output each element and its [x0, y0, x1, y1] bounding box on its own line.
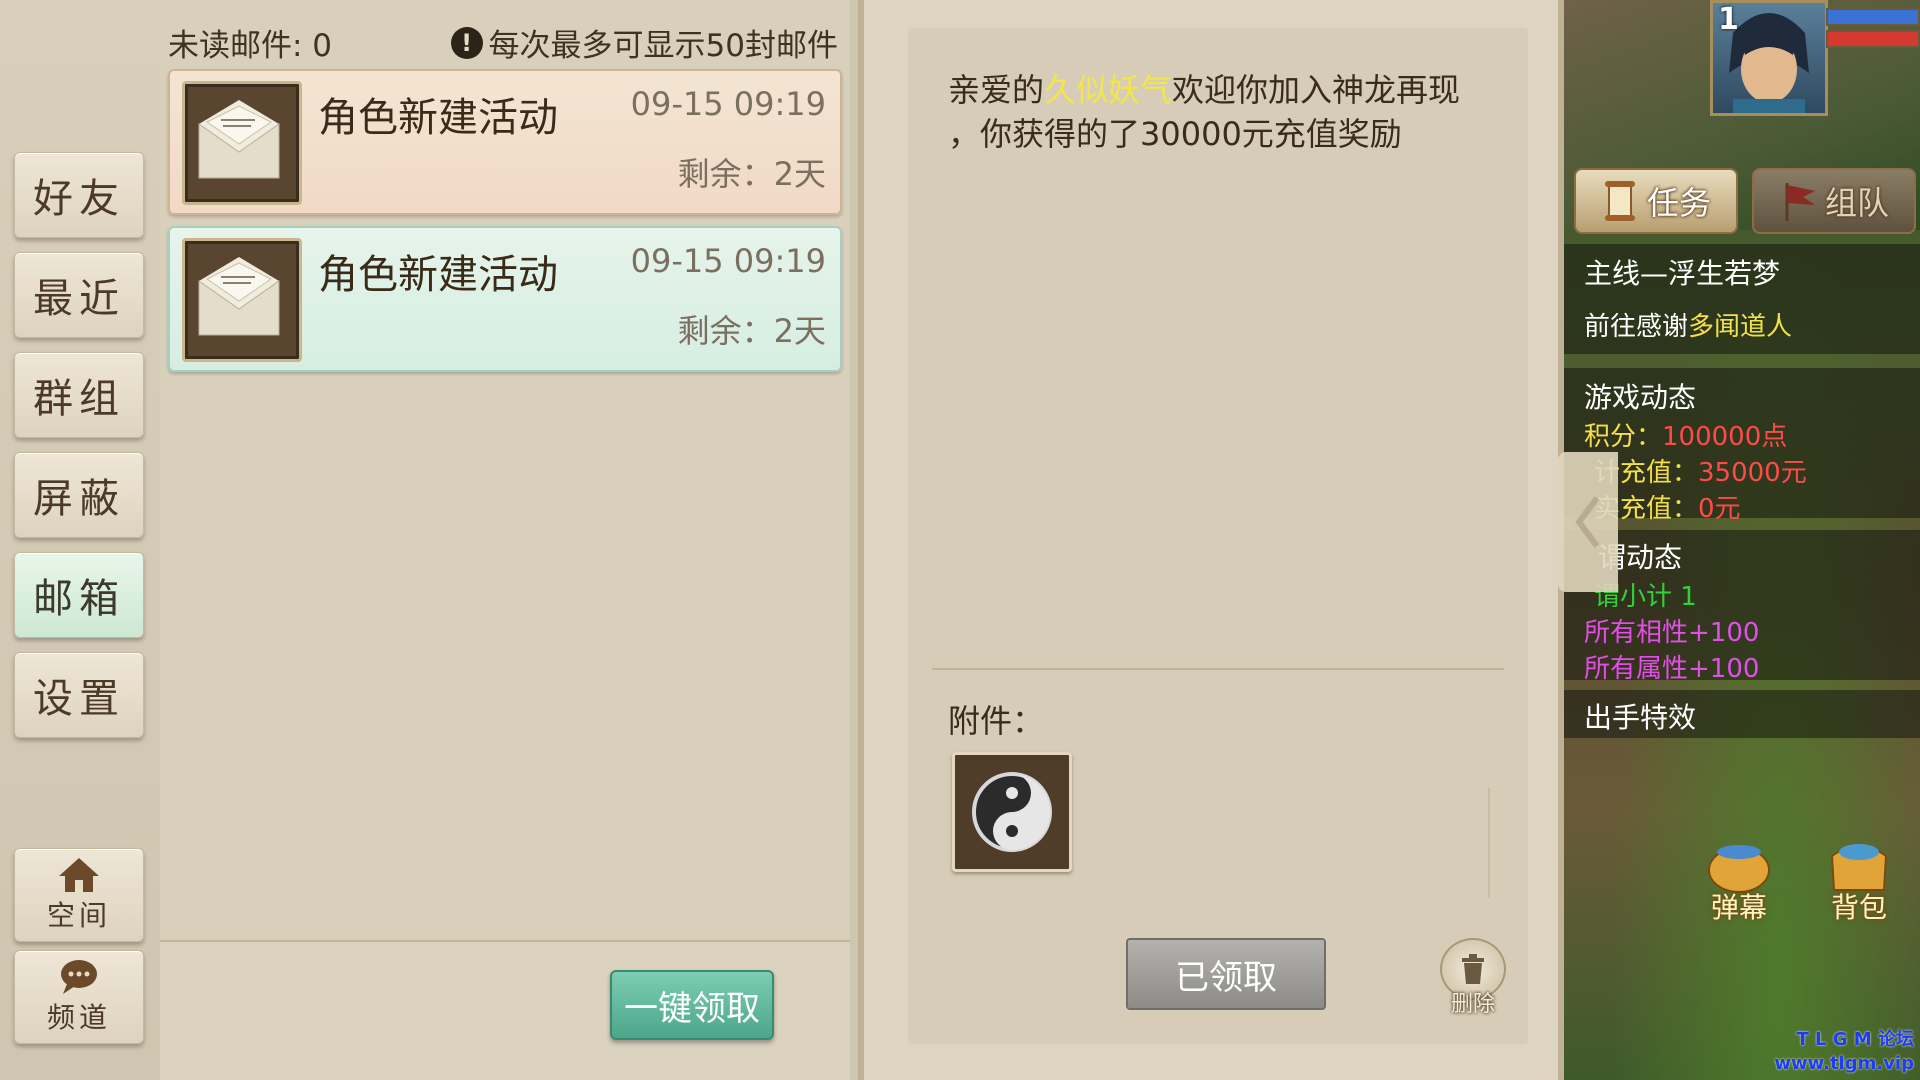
- quest-npc-link[interactable]: 多闻道人: [1688, 312, 1792, 342]
- mail-title: 角色新建活动: [318, 252, 558, 298]
- letter-icon: [182, 81, 302, 205]
- warning-icon: !: [450, 26, 483, 59]
- nav-friends-button[interactable]: 好友: [14, 152, 144, 238]
- nav-space-label: 空间: [46, 899, 111, 932]
- nav-group-label: 群组: [33, 376, 125, 422]
- mail-body-line2: ，你获得的了30000元充值奖励: [948, 115, 1402, 153]
- watermark-title: T L G M 论坛: [1796, 1029, 1914, 1050]
- quest-panel[interactable]: 主线—浮生若梦 前往感谢多闻道人: [1564, 244, 1920, 354]
- left-navigation: 好友 最近 群组 屏蔽 邮箱 设置 空间 频道: [0, 0, 160, 1080]
- attachment-slot[interactable]: [952, 752, 1072, 872]
- real-recharge-value: 0元: [1698, 494, 1741, 524]
- mail-list-panel: 未读邮件: 0 ! 每次最多可显示50封邮件 角色新建活动 09-15 09:1…: [160, 0, 850, 1080]
- claim-all-label: 一键领取: [624, 988, 760, 1029]
- nav-friends-label: 好友: [33, 176, 125, 222]
- nav-recent-button[interactable]: 最近: [14, 252, 144, 338]
- quest-desc: 前往感谢多闻道人: [1584, 306, 1792, 343]
- mail-limit-text: 每次最多可显示50封邮件: [488, 28, 838, 64]
- bag-button[interactable]: 背包: [1814, 830, 1904, 926]
- site-watermark: T L G M 论坛 www.tlgm.vip: [1774, 1028, 1914, 1076]
- nav-channel-label: 频道: [46, 1001, 111, 1034]
- danmu-label: 弹幕: [1710, 891, 1767, 924]
- mail-greeting: 亲爱的: [948, 71, 1045, 109]
- mail-item[interactable]: 角色新建活动 09-15 09:19 剩余：2天: [168, 69, 842, 215]
- character-level: 1: [1718, 2, 1739, 37]
- points-label: 积分：: [1584, 422, 1663, 452]
- tab-team-label: 组队: [1824, 184, 1889, 222]
- total-recharge-line: 计充值：35000元: [1594, 452, 1807, 489]
- nav-settings-label: 设置: [33, 676, 125, 722]
- yin-yang-icon: [972, 772, 1052, 852]
- mail-body-line1: 欢迎你加入神龙再现: [1172, 71, 1461, 109]
- letter-icon: [182, 238, 302, 362]
- mail-detail-panel: 亲爱的久似妖气欢迎你加入神龙再现 ，你获得的了30000元充值奖励 附件： 已领…: [858, 0, 1564, 1080]
- mail-item-selected[interactable]: 角色新建活动 09-15 09:19 剩余：2天: [168, 226, 842, 372]
- quest-title: 主线—浮生若梦: [1584, 257, 1781, 290]
- nav-mailbox-label: 邮箱: [33, 576, 125, 622]
- mp-bar: [1826, 8, 1920, 26]
- nav-block-button[interactable]: 屏蔽: [14, 452, 144, 538]
- unread-count: 未读邮件: 0: [168, 28, 333, 64]
- mail-limit-notice: ! 每次最多可显示50封邮件: [450, 20, 838, 65]
- tab-task-label: 任务: [1646, 184, 1711, 222]
- tab-task[interactable]: 任务: [1574, 168, 1738, 234]
- claim-all-button[interactable]: 一键领取: [610, 970, 774, 1040]
- nav-channel-button[interactable]: 频道: [14, 950, 144, 1044]
- points-value: 100000点: [1662, 422, 1788, 452]
- nav-group-button[interactable]: 群组: [14, 352, 144, 438]
- nav-mailbox-button[interactable]: 邮箱: [14, 552, 144, 638]
- quest-desc-prefix: 前往感谢: [1584, 312, 1689, 342]
- hp-bar: [1826, 30, 1920, 48]
- home-icon: [59, 858, 99, 892]
- nav-space-button[interactable]: 空间: [14, 848, 144, 942]
- mail-time: 09-15 09:19: [630, 242, 826, 280]
- mail-body: 亲爱的久似妖气欢迎你加入神龙再现 ，你获得的了30000元充值奖励: [948, 68, 1508, 156]
- effects-title: 出手特效: [1584, 701, 1697, 734]
- collapse-panel-button[interactable]: [1558, 452, 1618, 592]
- mail-title: 角色新建活动: [318, 95, 558, 141]
- attachment-label: 附件：: [948, 702, 1045, 740]
- mail-time: 09-15 09:19: [630, 85, 826, 123]
- mail-detail-content: 亲爱的久似妖气欢迎你加入神龙再现 ，你获得的了30000元充值奖励 附件： 已领…: [908, 28, 1528, 1044]
- mail-remaining: 剩余：2天: [677, 155, 826, 193]
- chevron-left-icon: [1575, 496, 1600, 548]
- delete-button[interactable]: 删除: [1438, 938, 1508, 1018]
- player-name: 久似妖气: [1044, 71, 1173, 109]
- mail-remaining: 剩余：2天: [677, 312, 826, 350]
- bonus-attribute: 所有属性+100: [1584, 654, 1760, 684]
- delete-label: 删除: [1450, 992, 1495, 1017]
- chat-bubble-icon: [61, 960, 97, 994]
- dynamics-title: 游戏动态: [1584, 381, 1697, 414]
- total-recharge-value: 35000元: [1698, 458, 1807, 488]
- flag-icon: [1785, 183, 1815, 221]
- bag-label: 背包: [1830, 891, 1887, 924]
- points-line: 积分：100000点: [1584, 416, 1787, 453]
- divider: [932, 668, 1504, 670]
- nav-settings-button[interactable]: 设置: [14, 652, 144, 738]
- claimed-label: 已领取: [1175, 957, 1277, 998]
- danmu-button[interactable]: 弹幕: [1694, 830, 1784, 926]
- claimed-button[interactable]: 已领取: [1126, 938, 1326, 1010]
- scroll-track: [1488, 788, 1490, 898]
- scroll-icon: [1604, 181, 1635, 221]
- mail-list-area: 未读邮件: 0 ! 每次最多可显示50封邮件 角色新建活动 09-15 09:1…: [160, 0, 850, 942]
- bonus-affinity: 所有相性+100: [1584, 618, 1760, 648]
- watermark-url: www.tlgm.vip: [1774, 1053, 1914, 1074]
- effects-panel[interactable]: 出手特效: [1564, 690, 1920, 738]
- tab-team[interactable]: 组队: [1752, 168, 1916, 234]
- nav-block-label: 屏蔽: [33, 476, 125, 522]
- nav-recent-label: 最近: [33, 276, 125, 322]
